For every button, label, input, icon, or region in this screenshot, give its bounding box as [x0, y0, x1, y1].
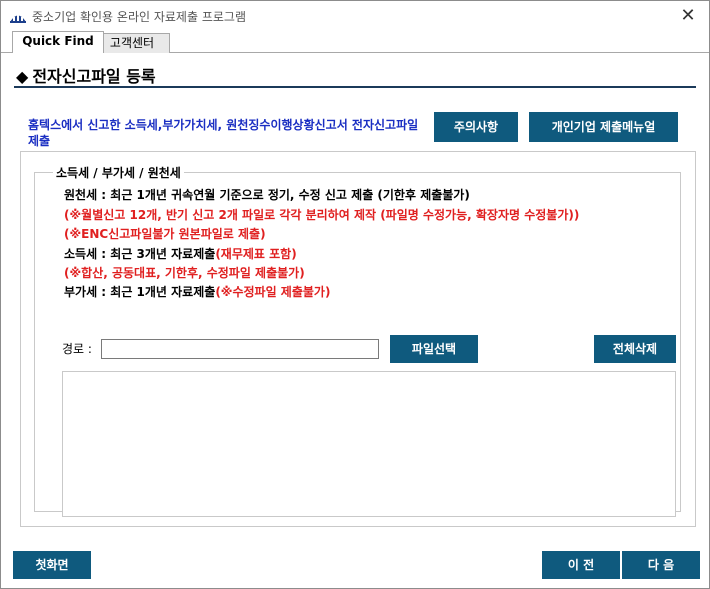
diamond-icon: ◆: [16, 67, 29, 86]
income-note: (※합산, 공동대표, 기한후, 수정파일 제출불가): [64, 266, 305, 280]
wonchun-note2: (※ENC신고파일불가 원본파일로 제출): [64, 227, 266, 241]
notice-text: 홈텍스에서 신고한 소득세,부가가치세, 원천징수이행상황신고서 전자신고파일 …: [28, 118, 419, 148]
vat-line-main: 부가세 : 최근 1개년 자료제출: [64, 285, 216, 299]
close-icon[interactable]: ✕: [677, 5, 699, 27]
wonchun-note1: (※월별신고 12개, 반기 신고 2개 파일로 각각 분리하여 제작 (파일명…: [64, 208, 580, 222]
tab-strip: Quick Find 고객센터: [1, 31, 709, 53]
group-legend: 소득세 / 부가세 / 원천세: [53, 164, 184, 181]
section-title-text: 전자신고파일 등록: [32, 67, 156, 86]
home-button[interactable]: 첫화면: [13, 551, 91, 579]
next-button[interactable]: 다 음: [622, 551, 700, 579]
income-line: 소득세 : 최근 3개년 자료제출(재무제표 포함): [64, 245, 297, 262]
prev-button[interactable]: 이 전: [542, 551, 620, 579]
wonchun-line: 원천세 : 최근 1개년 귀속연월 기준으로 정기, 수정 신고 제출 (기한후…: [64, 188, 470, 202]
file-select-button[interactable]: 파일선택: [390, 335, 478, 363]
caution-button[interactable]: 주의사항: [434, 112, 518, 142]
income-line-main: 소득세 : 최근 3개년 자료제출: [64, 247, 216, 261]
app-icon: [9, 9, 27, 23]
personal-manual-button[interactable]: 개인기업 제출메뉴얼: [529, 112, 678, 142]
upload-panel: 소득세 / 부가세 / 원천세 원천세 : 최근 1개년 귀속연월 기준으로 정…: [20, 151, 696, 527]
tab-quick-find[interactable]: Quick Find: [12, 31, 104, 53]
section-title: ◆ 전자신고파일 등록: [16, 63, 156, 87]
tax-group-box: 소득세 / 부가세 / 원천세 원천세 : 최근 1개년 귀속연월 기준으로 정…: [34, 164, 681, 517]
tab-customer-center[interactable]: 고객센터: [94, 33, 170, 53]
content-panel: ◆ 전자신고파일 등록 홈텍스에서 신고한 소득세,부가가치세, 원천징수이행상황…: [1, 53, 709, 588]
vat-line-red: (※수정파일 제출불가): [215, 285, 331, 299]
title-bar: 중소기업 확인용 온라인 자료제출 프로그램 ✕: [1, 1, 709, 31]
app-window: 중소기업 확인용 온라인 자료제출 프로그램 ✕ Quick Find 고객센터…: [0, 0, 710, 589]
path-label: 경로 :: [62, 342, 92, 356]
delete-all-button[interactable]: 전체삭제: [594, 335, 676, 363]
path-input[interactable]: [101, 339, 379, 359]
income-line-red: (재무제표 포함): [215, 247, 297, 261]
file-list[interactable]: [62, 371, 676, 517]
title-divider: [14, 86, 696, 88]
window-title: 중소기업 확인용 온라인 자료제출 프로그램: [32, 10, 246, 24]
vat-line: 부가세 : 최근 1개년 자료제출(※수정파일 제출불가): [64, 283, 330, 300]
